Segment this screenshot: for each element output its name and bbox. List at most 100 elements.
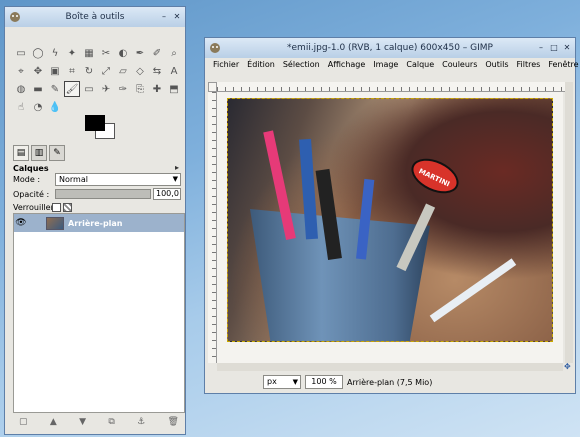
menu-fenetre[interactable]: Fenêtre xyxy=(544,58,580,71)
opacity-value: 100,0 xyxy=(156,189,179,198)
menubar: Fichier Édition Sélection Affichage Image Cal… xyxy=(209,58,579,71)
toolbox-title: Boîte à outils xyxy=(65,12,125,22)
opacity-slider[interactable] xyxy=(55,189,151,199)
pen-shape xyxy=(429,258,517,323)
close-icon[interactable]: ✕ xyxy=(172,12,182,22)
toolbox-titlebar[interactable]: Boîte à outils – ✕ xyxy=(5,7,185,27)
measure-tool-icon[interactable]: ⌖ xyxy=(13,63,29,79)
foreground-select-tool-icon[interactable]: ◐ xyxy=(115,45,131,61)
maximize-icon[interactable]: □ xyxy=(549,43,559,53)
chevron-down-icon: ▼ xyxy=(292,378,298,386)
text-tool-icon[interactable]: A xyxy=(166,63,182,79)
zoom-value: 100 % xyxy=(311,377,337,386)
clone-tool-icon[interactable]: ⎘ xyxy=(132,81,148,97)
image-canvas[interactable]: MARTINI xyxy=(227,98,553,342)
anchor-layer-icon[interactable]: ⚓ xyxy=(137,417,145,427)
move-tool-icon[interactable]: ✥ xyxy=(30,63,46,79)
eye-icon[interactable]: 👁 xyxy=(14,218,28,228)
rotate-tool-icon[interactable]: ↻ xyxy=(81,63,97,79)
horizontal-ruler[interactable] xyxy=(217,82,567,92)
ellipse-select-tool-icon[interactable]: ◯ xyxy=(30,45,46,61)
perspective-tool-icon[interactable]: ◇ xyxy=(132,63,148,79)
minimize-icon[interactable]: – xyxy=(159,12,169,22)
toolbox-window: Boîte à outils – ✕ ▭ ◯ ϟ ✦ ▦ ✂ ◐ ✒ ✐ ⌕ ⌖ ✥ ▣ ⌗ ↻ ⤢ ▱ ◇ ⇆ A ◍… xyxy=(4,6,186,435)
blend-tool-icon[interactable]: ▬ xyxy=(30,81,46,97)
ruler-corner[interactable] xyxy=(208,82,217,92)
rect-select-tool-icon[interactable]: ▭ xyxy=(13,45,29,61)
vertical-ruler[interactable] xyxy=(208,92,217,363)
gimp-icon xyxy=(10,12,20,22)
dock-tabs: ▤ ▥ ✎ xyxy=(13,145,65,161)
layers-list: 👁 Arrière-plan xyxy=(13,213,185,413)
crop-tool-icon[interactable]: ⌗ xyxy=(64,63,80,79)
paintbrush-tool-icon[interactable]: 🖌 xyxy=(64,81,80,97)
unit-select[interactable]: px ▼ xyxy=(263,375,301,389)
eraser-tool-icon[interactable]: ▭ xyxy=(81,81,97,97)
lock-pixels-checkbox[interactable] xyxy=(52,203,61,212)
mode-label: Mode : xyxy=(13,175,41,184)
new-layer-icon[interactable]: ▢ xyxy=(19,417,28,427)
ink-tool-icon[interactable]: ✑ xyxy=(115,81,131,97)
shear-tool-icon[interactable]: ▱ xyxy=(115,63,131,79)
paths-tool-icon[interactable]: ✒ xyxy=(132,45,148,61)
raise-layer-icon[interactable]: ▲ xyxy=(50,417,57,427)
canvas-area[interactable]: MARTINI xyxy=(217,92,563,363)
tab-channels[interactable]: ▥ xyxy=(31,145,47,161)
scale-tool-icon[interactable]: ⤢ xyxy=(98,63,114,79)
opacity-label: Opacité : xyxy=(13,190,50,199)
airbrush-tool-icon[interactable]: ✈ xyxy=(98,81,114,97)
tab-paths[interactable]: ✎ xyxy=(49,145,65,161)
close-icon[interactable]: ✕ xyxy=(562,43,572,53)
vertical-scrollbar[interactable] xyxy=(565,82,573,363)
menu-calque[interactable]: Calque xyxy=(402,58,438,71)
convolve-tool-icon[interactable]: 💧 xyxy=(47,99,63,115)
statusbar: px ▼ 100 % Arrière-plan (7,5 Mio) xyxy=(209,373,571,391)
menu-affichage[interactable]: Affichage xyxy=(324,58,370,71)
zoom-select[interactable]: 100 % xyxy=(305,375,343,389)
trash-bin-shape xyxy=(250,209,430,341)
select-by-color-tool-icon[interactable]: ▦ xyxy=(81,45,97,61)
layer-name: Arrière-plan xyxy=(68,218,123,228)
duplicate-layer-icon[interactable]: ⧉ xyxy=(108,417,114,427)
dock-menu-icon[interactable]: ▸ xyxy=(175,163,179,172)
tab-layers[interactable]: ▤ xyxy=(13,145,29,161)
smudge-tool-icon[interactable]: ☝ xyxy=(13,99,29,115)
opacity-spinbox[interactable]: 100,0 xyxy=(153,188,181,200)
layer-row[interactable]: 👁 Arrière-plan xyxy=(14,214,184,232)
menu-image[interactable]: Image xyxy=(369,58,402,71)
menu-edition[interactable]: Édition xyxy=(243,58,279,71)
mode-select[interactable]: Normal ▼ xyxy=(55,173,181,186)
bucket-fill-tool-icon[interactable]: ◍ xyxy=(13,81,29,97)
opacity-slider-fill xyxy=(56,190,150,198)
free-select-tool-icon[interactable]: ϟ xyxy=(47,45,63,61)
color-picker-tool-icon[interactable]: ✐ xyxy=(149,45,165,61)
horizontal-scrollbar[interactable] xyxy=(217,363,563,371)
layers-tab-icon: ▤ xyxy=(16,148,26,158)
pencil-tool-icon[interactable]: ✎ xyxy=(47,81,63,97)
navigate-icon[interactable]: ✥ xyxy=(564,363,573,371)
align-tool-icon[interactable]: ▣ xyxy=(47,63,63,79)
image-titlebar[interactable]: *emii.jpg-1.0 (RVB, 1 calque) 600x450 – … xyxy=(205,38,575,58)
perspective-clone-tool-icon[interactable]: ⬒ xyxy=(166,81,182,97)
delete-layer-icon[interactable]: 🗑 xyxy=(168,417,179,427)
foreground-color-swatch[interactable] xyxy=(85,115,105,131)
heal-tool-icon[interactable]: ✚ xyxy=(149,81,165,97)
flip-tool-icon[interactable]: ⇆ xyxy=(149,63,165,79)
zoom-tool-icon[interactable]: ⌕ xyxy=(166,45,182,61)
menu-outils[interactable]: Outils xyxy=(481,58,512,71)
menu-filtres[interactable]: Filtres xyxy=(513,58,545,71)
scissors-tool-icon[interactable]: ✂ xyxy=(98,45,114,61)
chevron-down-icon: ▼ xyxy=(172,175,178,183)
minimize-icon[interactable]: – xyxy=(536,43,546,53)
lock-alpha-checkbox[interactable] xyxy=(63,203,72,212)
menu-fichier[interactable]: Fichier xyxy=(209,58,243,71)
color-swatches[interactable] xyxy=(83,115,119,141)
menu-selection[interactable]: Sélection xyxy=(279,58,324,71)
dodge-burn-tool-icon[interactable]: ◔ xyxy=(30,99,46,115)
mode-value: Normal xyxy=(59,175,88,184)
layer-buttons: ▢ ▲ ▼ ⧉ ⚓ 🗑 xyxy=(19,417,179,427)
lower-layer-icon[interactable]: ▼ xyxy=(79,417,86,427)
menu-couleurs[interactable]: Couleurs xyxy=(438,58,481,71)
fuzzy-select-tool-icon[interactable]: ✦ xyxy=(64,45,80,61)
status-text: Arrière-plan (7,5 Mio) xyxy=(347,377,433,387)
